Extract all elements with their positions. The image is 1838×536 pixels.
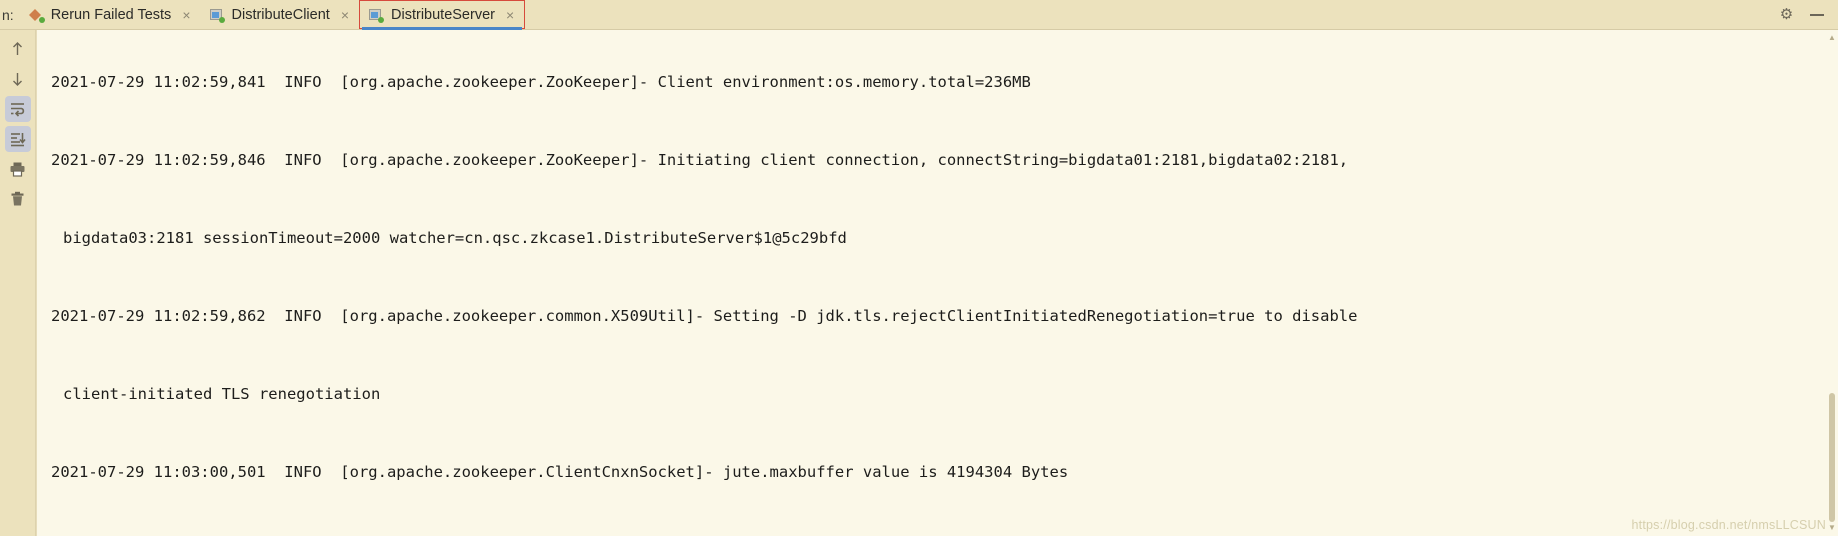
tab-distribute-server[interactable]: DistributeServer × <box>359 0 526 30</box>
log-line: 2021-07-29 11:02:59,841 INFO [org.apache… <box>51 73 1031 91</box>
scrollbar-down-arrow-icon[interactable]: ▼ <box>1828 524 1836 532</box>
log-line-continued: client-initiated TLS renegotiation <box>63 385 381 403</box>
console-lines: 2021-07-29 11:02:59,841 INFO [org.apache… <box>37 30 1838 536</box>
console-vertical-scrollbar[interactable]: ▲ ▼ <box>1828 34 1836 532</box>
scroll-up-button[interactable] <box>5 36 31 62</box>
tab-label: DistributeServer <box>391 6 495 23</box>
tab-close-icon[interactable]: × <box>182 8 190 22</box>
run-tool-window: n: Rerun Failed Tests × DistributeClient… <box>0 0 1838 536</box>
app-window-icon <box>209 7 225 23</box>
console-toolbar <box>0 30 36 536</box>
tab-rerun-failed-tests[interactable]: Rerun Failed Tests × <box>20 0 201 29</box>
console-body: 2021-07-29 11:02:59,841 INFO [org.apache… <box>0 30 1838 536</box>
run-tab-bar: n: Rerun Failed Tests × DistributeClient… <box>0 0 1838 30</box>
tab-close-icon[interactable]: × <box>506 8 514 22</box>
scrollbar-up-arrow-icon[interactable]: ▲ <box>1828 34 1836 42</box>
settings-gear-icon[interactable]: ⚙ <box>1779 7 1794 22</box>
app-window-icon <box>368 7 385 23</box>
console-output-area[interactable]: 2021-07-29 11:02:59,841 INFO [org.apache… <box>36 30 1838 536</box>
log-line: 2021-07-29 11:02:59,846 INFO [org.apache… <box>51 151 1349 169</box>
scrollbar-thumb[interactable] <box>1829 392 1835 523</box>
scroll-down-button[interactable] <box>5 66 31 92</box>
run-tool-window-label: n: <box>2 6 14 23</box>
rerun-icon <box>28 7 45 23</box>
watermark-text: https://blog.csdn.net/nmsLLCSUN <box>1631 518 1826 532</box>
soft-wrap-button[interactable] <box>4 96 31 122</box>
tab-close-icon[interactable]: × <box>341 8 349 22</box>
tab-distribute-client[interactable]: DistributeClient × <box>201 0 360 29</box>
print-button[interactable] <box>5 156 31 182</box>
log-line: 2021-07-29 11:03:00,501 INFO [org.apache… <box>51 463 1069 481</box>
tab-label: Rerun Failed Tests <box>50 6 172 23</box>
log-line: 2021-07-29 11:02:59,862 INFO [org.apache… <box>51 307 1358 325</box>
scroll-to-end-button[interactable] <box>4 126 31 152</box>
minimize-icon[interactable] <box>1810 13 1824 16</box>
tab-bar-actions: ⚙ <box>1779 7 1838 22</box>
tab-label: DistributeClient <box>231 6 330 23</box>
log-line-continued: bigdata03:2181 sessionTimeout=2000 watch… <box>63 229 847 247</box>
clear-all-trash-icon[interactable] <box>5 186 31 212</box>
